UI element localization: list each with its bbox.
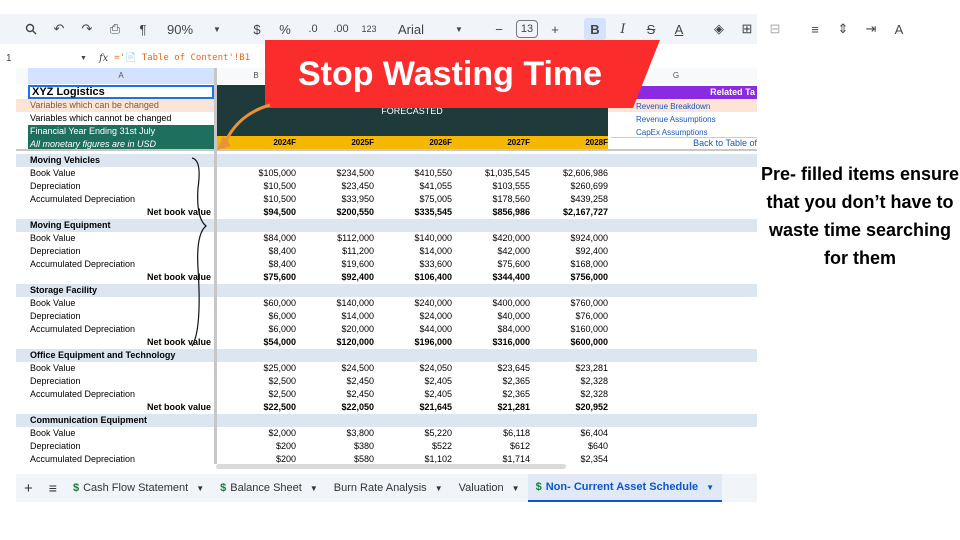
print-icon[interactable]: ⎙ — [104, 18, 126, 40]
increase-decimals-button[interactable]: .00 — [330, 18, 352, 40]
dollar-icon: $ — [220, 482, 227, 494]
vertical-align-icon[interactable]: ⇕ — [832, 18, 854, 40]
font-size-input[interactable]: 13 — [516, 20, 538, 38]
chevron-down-icon[interactable]: ▼ — [310, 484, 318, 493]
all-sheets-button[interactable]: ≡ — [41, 474, 65, 502]
tab-cash-flow-statement[interactable]: $ Cash Flow Statement ▼ — [65, 474, 212, 502]
chevron-down-icon[interactable]: ▼ — [448, 18, 470, 40]
italic-button[interactable]: I — [612, 18, 634, 40]
merge-cells-icon[interactable]: ⊟ — [764, 18, 786, 40]
spreadsheet-grid[interactable]: A B G XYZ Logistics Variables which can … — [16, 68, 757, 464]
strikethrough-button[interactable]: S — [640, 18, 662, 40]
increase-font-size-button[interactable]: + — [544, 18, 566, 40]
chevron-down-icon[interactable]: ▼ — [435, 484, 443, 493]
tab-label: Balance Sheet — [230, 482, 302, 494]
add-sheet-button[interactable]: + — [16, 474, 41, 502]
tab-label: Cash Flow Statement — [83, 482, 189, 494]
borders-icon[interactable]: ⊞ — [736, 18, 758, 40]
number-format-button[interactable]: 123 — [358, 18, 380, 40]
sheet-tab-bar: + ≡ $ Cash Flow Statement ▼ $ Balance Sh… — [16, 474, 757, 502]
decrease-font-size-button[interactable]: − — [488, 18, 510, 40]
percent-format-button[interactable]: % — [274, 18, 296, 40]
name-box[interactable]: 1 — [0, 53, 80, 64]
bold-button[interactable]: B — [584, 18, 606, 40]
decrease-decimals-button[interactable]: .0 — [302, 18, 324, 40]
side-caption: Pre- filled items ensure that you don’t … — [760, 164, 960, 268]
dollar-icon: $ — [535, 481, 542, 493]
redo-icon[interactable]: ↷ — [76, 18, 98, 40]
paint-format-icon[interactable]: ¶ — [132, 18, 154, 40]
tab-label: Non- Current Asset Schedule — [545, 481, 699, 493]
search-menus-icon[interactable] — [20, 18, 42, 40]
tab-label: Burn Rate Analysis — [333, 482, 427, 494]
banner-title: Stop Wasting Time — [297, 55, 603, 93]
arrow-annotation — [217, 103, 271, 150]
undo-icon[interactable]: ↶ — [48, 18, 70, 40]
tab-burn-rate-analysis[interactable]: Burn Rate Analysis ▼ — [326, 474, 451, 502]
tab-non-current-asset-schedule[interactable]: $ Non- Current Asset Schedule ▼ — [527, 474, 723, 502]
font-select[interactable]: Arial — [398, 18, 442, 40]
text-rotation-icon[interactable]: A — [888, 18, 910, 40]
chevron-down-icon[interactable]: ▼ — [512, 484, 520, 493]
chevron-down-icon[interactable]: ▼ — [706, 483, 714, 492]
fill-color-icon[interactable]: ◈ — [708, 18, 730, 40]
text-color-button[interactable]: A — [668, 18, 690, 40]
text-wrap-icon[interactable]: ⇥ — [860, 18, 882, 40]
bracket-annotation — [191, 157, 207, 347]
chevron-down-icon[interactable]: ▼ — [196, 484, 204, 493]
dollar-icon: $ — [72, 482, 80, 494]
function-icon: fx — [98, 52, 109, 64]
tab-valuation[interactable]: Valuation ▼ — [451, 474, 528, 502]
horizontal-scrollbar[interactable] — [216, 464, 566, 469]
zoom-select[interactable]: 90% — [160, 18, 200, 40]
tab-balance-sheet[interactable]: $ Balance Sheet ▼ — [212, 474, 326, 502]
currency-format-button[interactable]: $ — [246, 18, 268, 40]
formula-input[interactable]: ='📄 Table of Content'!B1 — [114, 53, 250, 63]
horizontal-align-icon[interactable]: ≡ — [804, 18, 826, 40]
tab-label: Valuation — [458, 482, 504, 494]
chevron-down-icon[interactable]: ▼ — [206, 18, 228, 40]
chevron-down-icon[interactable]: ▼ — [80, 55, 87, 62]
